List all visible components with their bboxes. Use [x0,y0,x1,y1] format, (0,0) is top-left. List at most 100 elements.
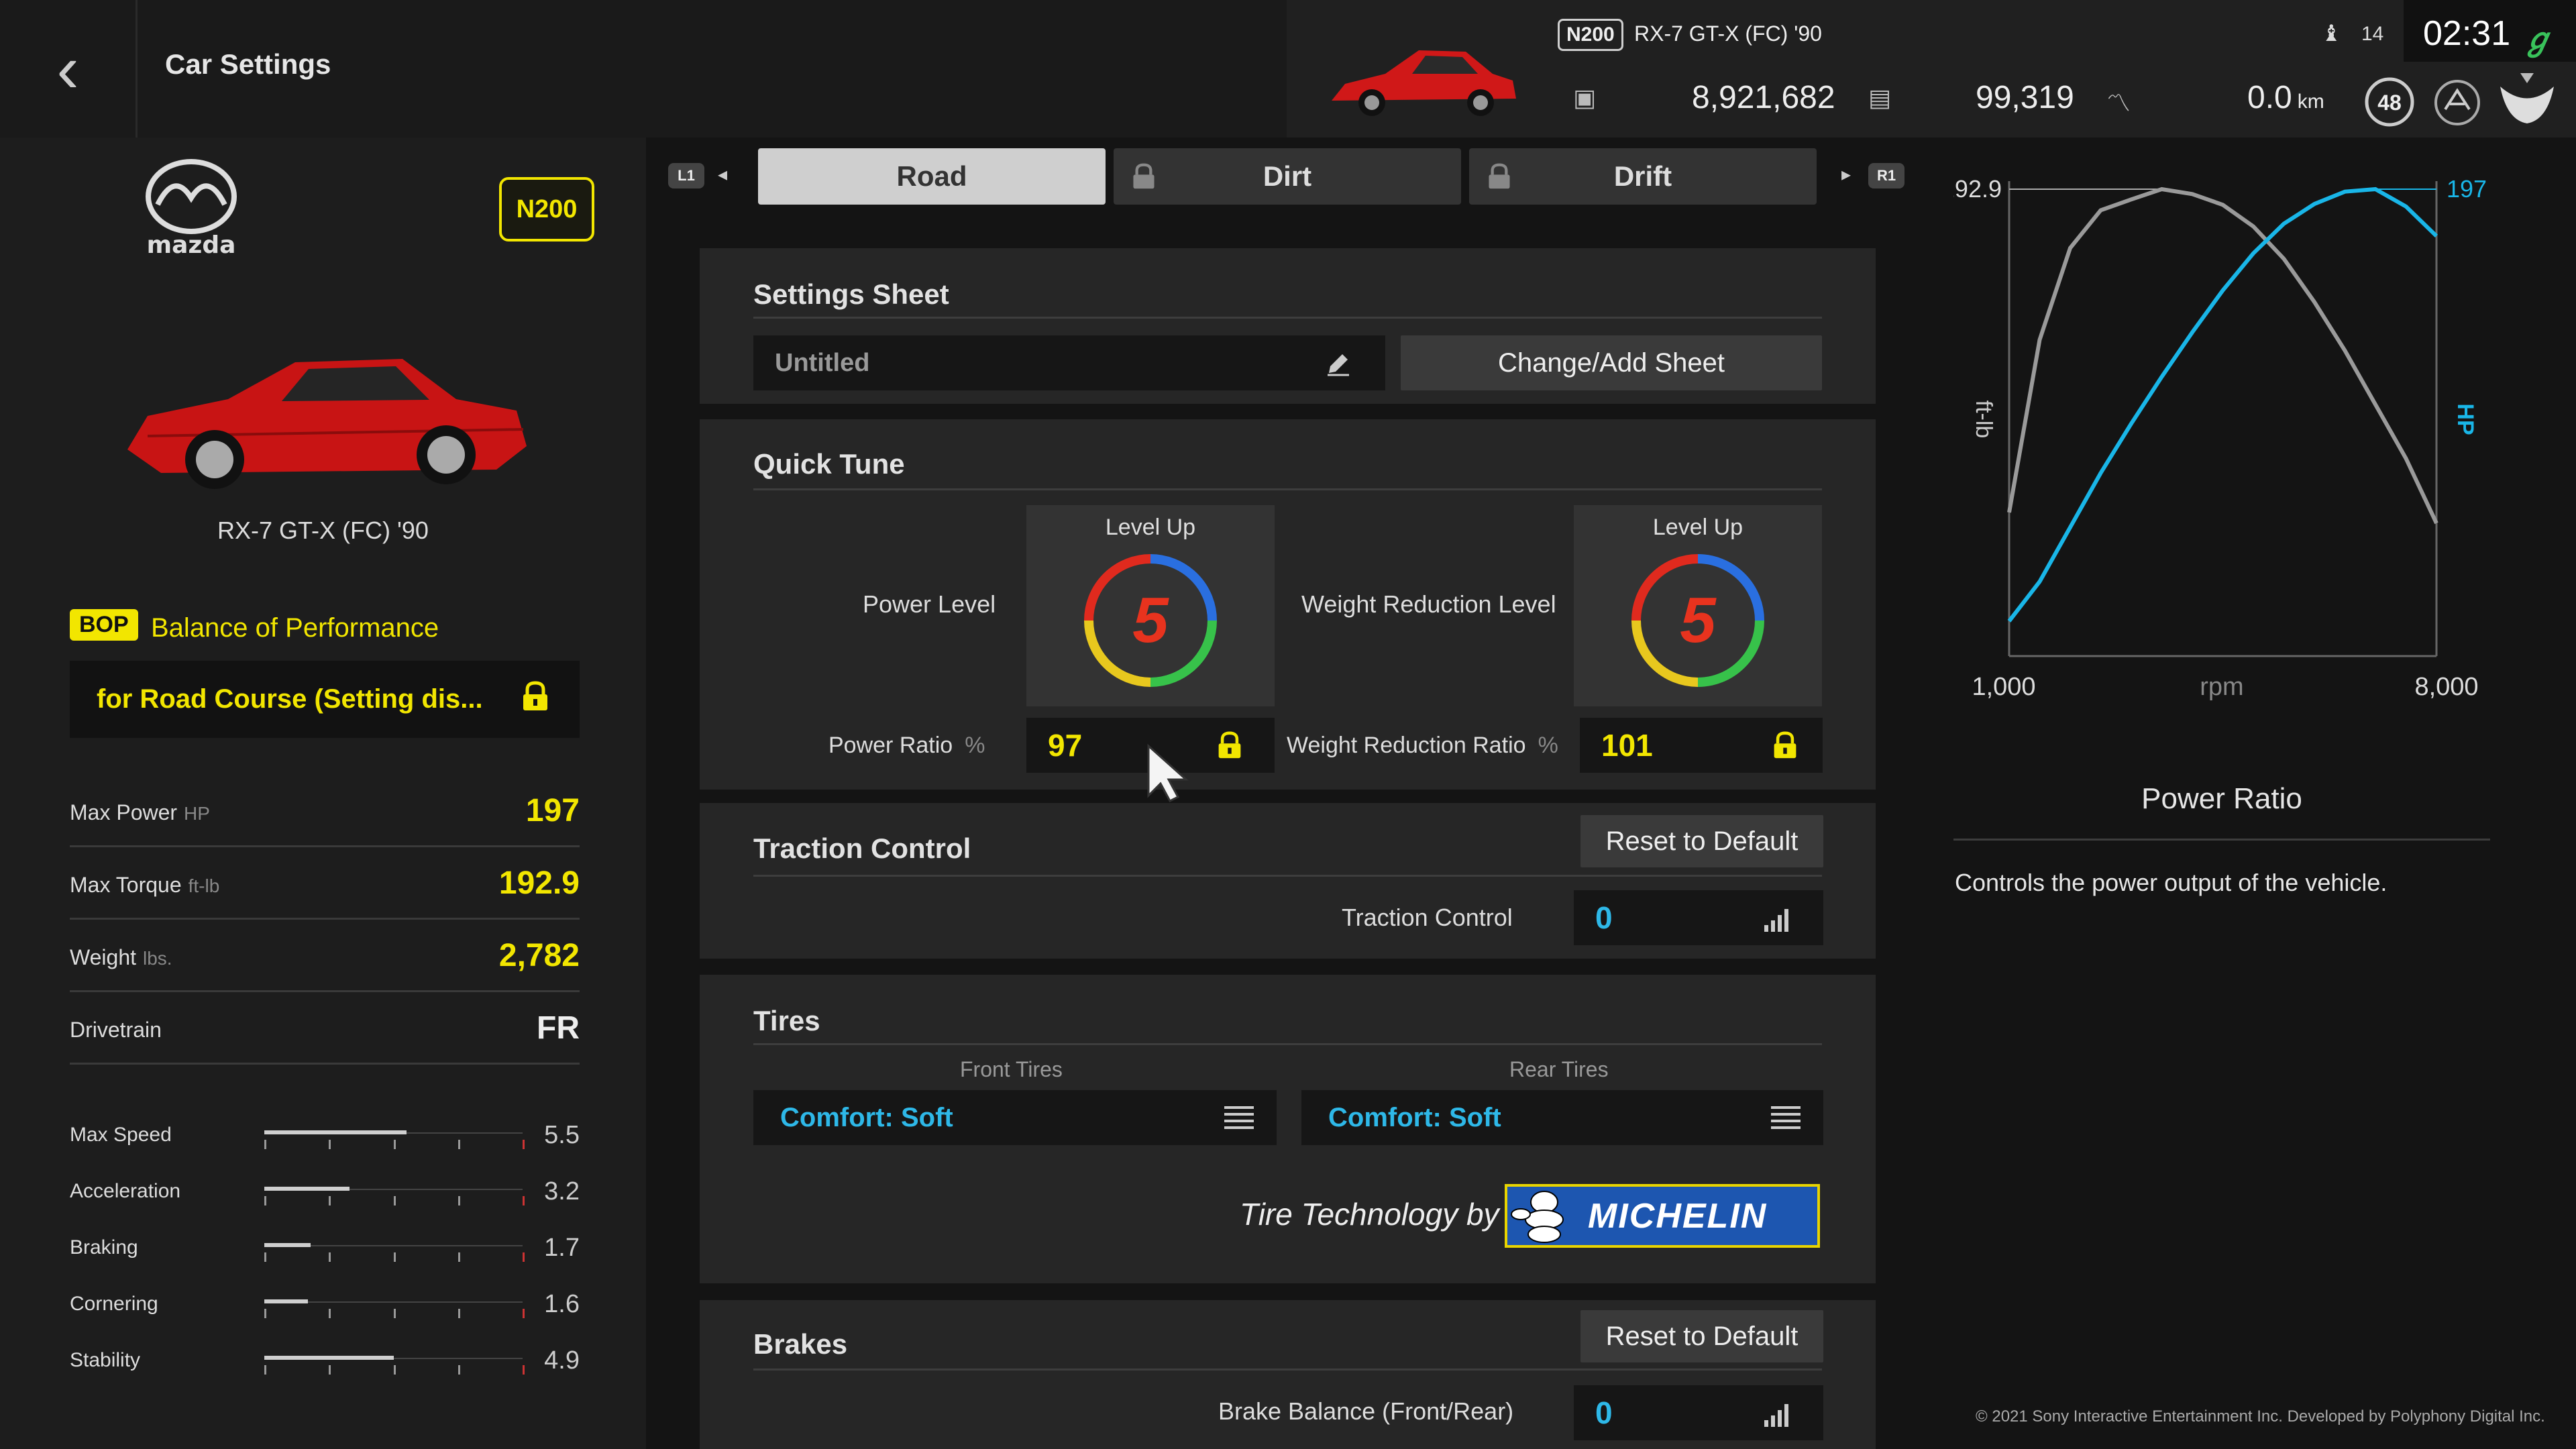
divider [753,488,1822,490]
settings-sheet-card: Settings Sheet Untitled Change/Add Sheet [700,248,1876,404]
stat-label: Weight lbs. [70,945,172,969]
stat-row: Max Torque ft-lb 192.9 [70,847,580,920]
svg-text:48: 48 [2377,91,2402,115]
credits-value: 8,921,682 [1692,80,1835,115]
performance-value: 3.2 [544,1177,580,1205]
profile-avatar-icon[interactable] [2497,70,2557,127]
performance-row: Braking 1.7 [70,1223,580,1277]
performance-row: Max Speed 5.5 [70,1110,580,1164]
gt-logo-icon: ℊ [2522,21,2553,56]
hp-series-line [2007,186,2438,623]
tab-road[interactable]: Road [758,148,1106,205]
class-badge-top: N200 [1558,19,1623,51]
x-tick-min: 1,000 [1972,673,2035,701]
traction-reset-button[interactable]: Reset to Default [1580,815,1823,867]
brakes-title: Brakes [753,1328,848,1360]
trend-icon: 〽 [2106,89,2131,117]
quick-tune-card: Quick Tune Power Level Level Up 5 Weight… [700,419,1876,790]
level-up-label: Level Up [1105,515,1196,540]
weight-level-dial[interactable]: Level Up 5 [1574,505,1822,706]
x-tick-max: 8,000 [2414,673,2478,701]
divider [1953,839,2490,841]
power-level-label: Power Level [863,590,996,618]
divider [753,317,1822,319]
menu-icon [1771,1106,1801,1129]
front-tires-label: Front Tires [960,1057,1063,1081]
settings-sheet-title: Settings Sheet [753,278,949,310]
performance-bar [264,1299,525,1318]
michelin-logo: MICHELIN [1505,1184,1820,1248]
bop-setting-box[interactable]: for Road Course (Setting dis... [70,661,580,738]
car-image [127,359,527,489]
stat-value: FR [537,1010,580,1046]
performance-value: 4.9 [544,1346,580,1375]
divider [753,1043,1822,1045]
copyright: © 2021 Sony Interactive Entertainment In… [1976,1407,2545,1426]
quick-tune-title: Quick Tune [753,448,905,480]
car-thumbnail [1332,50,1516,116]
tab-dirt[interactable]: Dirt [1114,148,1461,205]
weight-ratio-label: Weight Reduction Ratio% [1287,733,1558,758]
traction-control-title: Traction Control [753,833,971,864]
x-axis-label: rpm [2200,673,2243,701]
traction-control-card: Traction Control Reset to Default Tracti… [700,803,1876,959]
power-level-dial[interactable]: Level Up 5 [1026,505,1275,706]
divider [753,1368,1822,1371]
description-title: Power Ratio [2141,782,2302,815]
performance-bar [264,1243,525,1262]
car-name-top: RX-7 GT-X (FC) '90 [1634,21,1822,46]
trophy-count: 14 [2361,23,2384,45]
performance-bar [264,1130,525,1149]
tab-right-arrow-icon[interactable]: ▸ [1841,163,1851,185]
class-badge: N200 [499,177,594,241]
stat-value: 2,782 [498,938,580,973]
performance-row: Stability 4.9 [70,1336,580,1389]
performance-value: 1.7 [544,1234,580,1262]
tires-title: Tires [753,1005,820,1036]
back-button[interactable]: ‹ [0,0,138,138]
power-torque-chart: 192.9 197 ft-lb HP 1,000 rpm 8,000 [1953,175,2487,701]
mileage-icon: ▤ [1868,84,1892,111]
r1-button[interactable]: R1 [1868,163,1904,189]
performance-value: 1.6 [544,1290,580,1318]
trophy-icon: ♝ [2321,21,2342,46]
performance-value: 5.5 [544,1121,580,1149]
svg-text:mazda: mazda [147,231,236,258]
stat-label: Drivetrain [70,1018,162,1042]
performance-label: Acceleration [70,1180,181,1202]
change-add-sheet-button[interactable]: Change/Add Sheet [1401,335,1822,390]
sheet-name-field[interactable]: Untitled [753,335,1385,390]
brakes-reset-button[interactable]: Reset to Default [1580,1310,1823,1362]
bop-label: Balance of Performance [151,613,439,643]
stat-label: Max Torque ft-lb [70,873,220,897]
bop-setting-text: for Road Course (Setting dis... [97,684,483,714]
stat-value: 192.9 [498,865,580,901]
stat-row: Max Power HP 197 [70,775,580,847]
performance-label: Braking [70,1236,138,1258]
performance-label: Cornering [70,1293,158,1315]
bars-icon [1764,909,1788,932]
traction-control-field[interactable]: 0 [1574,890,1823,945]
tab-drift[interactable]: Drift [1469,148,1817,205]
power-level-value: 5 [1132,584,1169,656]
performance-bar [264,1187,525,1205]
brakes-card: Brakes Reset to Default Brake Balance (F… [700,1300,1876,1449]
y-label-left: ft-lb [1971,400,1996,439]
weight-level-value: 5 [1680,584,1716,656]
lock-icon [1489,163,1510,189]
page-title: Car Settings [165,48,331,80]
stat-label: Max Power HP [70,800,210,824]
front-tires-select[interactable]: Comfort: Soft [753,1090,1277,1145]
mazda-logo-icon: mazda [146,159,237,258]
stat-value: 197 [525,793,580,828]
l1-button[interactable]: L1 [668,163,704,189]
power-ratio-label: Power Ratio% [828,733,985,758]
stat-row: Weight lbs. 2,782 [70,920,580,992]
lock-icon [1133,163,1155,189]
lock-icon [1218,731,1241,759]
tire-tech-label: Tire Technology by [1240,1197,1499,1232]
brake-balance-field[interactable]: 0 [1574,1385,1823,1440]
tab-left-arrow-icon[interactable]: ◂ [718,163,727,185]
pencil-icon[interactable] [1325,350,1352,377]
rear-tires-select[interactable]: Comfort: Soft [1301,1090,1823,1145]
